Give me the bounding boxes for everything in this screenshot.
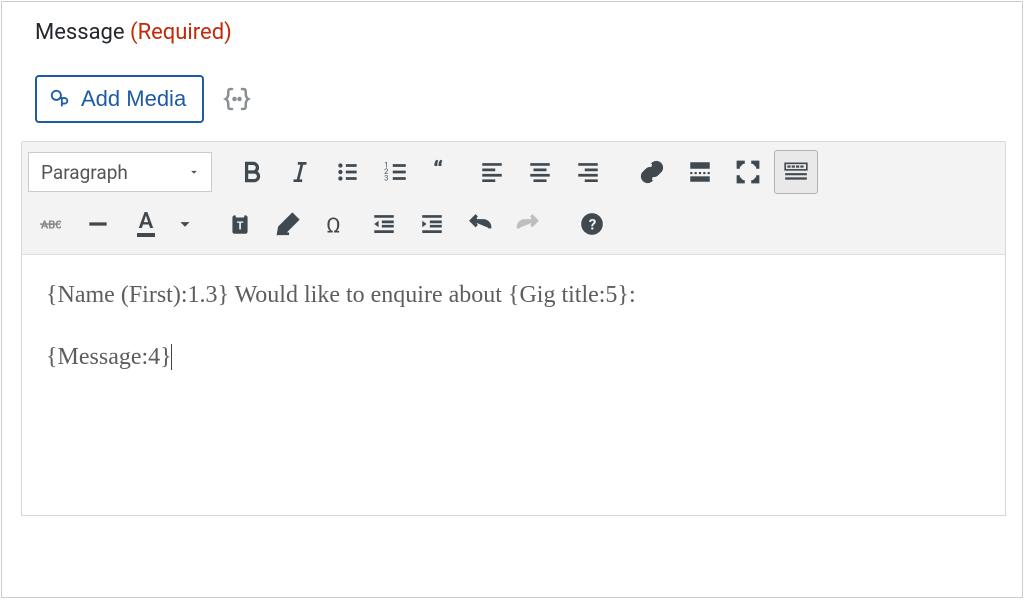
help-button[interactable]: ? xyxy=(570,202,614,246)
text-color-icon: A xyxy=(137,211,156,237)
chevron-down-icon xyxy=(187,161,201,184)
text-cursor xyxy=(171,344,172,370)
bullet-list-button[interactable] xyxy=(326,150,370,194)
merge-tag-button[interactable] xyxy=(222,84,252,114)
svg-text:?: ? xyxy=(589,215,597,233)
editor-content-area[interactable]: {Name (First):1.3} Would like to enquire… xyxy=(22,255,1005,515)
editor-toolbar: Paragraph 123 “ xyxy=(22,142,1005,255)
svg-text:“: “ xyxy=(433,159,443,185)
italic-button[interactable] xyxy=(278,150,322,194)
text-color-dropdown[interactable] xyxy=(172,202,198,246)
format-select-value: Paragraph xyxy=(41,161,128,184)
toolbar-row-2: ABC A T Ω xyxy=(28,200,999,252)
undo-button[interactable] xyxy=(458,202,502,246)
svg-text:3: 3 xyxy=(384,174,388,183)
format-select[interactable]: Paragraph xyxy=(28,152,212,192)
indent-button[interactable] xyxy=(410,202,454,246)
numbered-list-button[interactable]: 123 xyxy=(374,150,418,194)
media-icon xyxy=(49,88,71,110)
clear-formatting-button[interactable] xyxy=(266,202,310,246)
read-more-button[interactable] xyxy=(678,150,722,194)
svg-text:T: T xyxy=(237,219,244,232)
field-label: Message xyxy=(35,20,125,45)
bold-button[interactable] xyxy=(230,150,274,194)
svg-text:Ω: Ω xyxy=(326,214,340,237)
align-left-button[interactable] xyxy=(470,150,514,194)
align-center-button[interactable] xyxy=(518,150,562,194)
special-character-button[interactable]: Ω xyxy=(314,202,358,246)
editor-paragraph-2: {Message:4} xyxy=(46,341,981,375)
text-color-button[interactable]: A xyxy=(124,202,168,246)
horizontal-rule-button[interactable] xyxy=(76,202,120,246)
editor-paragraph-1: {Name (First):1.3} Would like to enquire… xyxy=(46,279,981,313)
media-actions-row: Add Media xyxy=(20,75,1002,123)
align-right-button[interactable] xyxy=(566,150,610,194)
toolbar-row-1: Paragraph 123 “ xyxy=(28,148,999,200)
fullscreen-button[interactable] xyxy=(726,150,770,194)
blockquote-button[interactable]: “ xyxy=(422,150,466,194)
required-indicator: (Required) xyxy=(130,20,232,45)
add-media-button[interactable]: Add Media xyxy=(35,75,204,123)
redo-button[interactable] xyxy=(506,202,550,246)
message-field-container: Message (Required) Add Media xyxy=(1,1,1023,598)
paste-text-button[interactable]: T xyxy=(218,202,262,246)
toolbar-toggle-button[interactable] xyxy=(774,150,818,194)
rich-text-editor: Paragraph 123 “ xyxy=(21,141,1006,516)
add-media-label: Add Media xyxy=(81,86,186,112)
field-label-row: Message (Required) xyxy=(20,20,1002,45)
outdent-button[interactable] xyxy=(362,202,406,246)
svg-text:ABC: ABC xyxy=(41,219,61,232)
link-button[interactable] xyxy=(630,150,674,194)
strikethrough-button[interactable]: ABC xyxy=(28,202,72,246)
